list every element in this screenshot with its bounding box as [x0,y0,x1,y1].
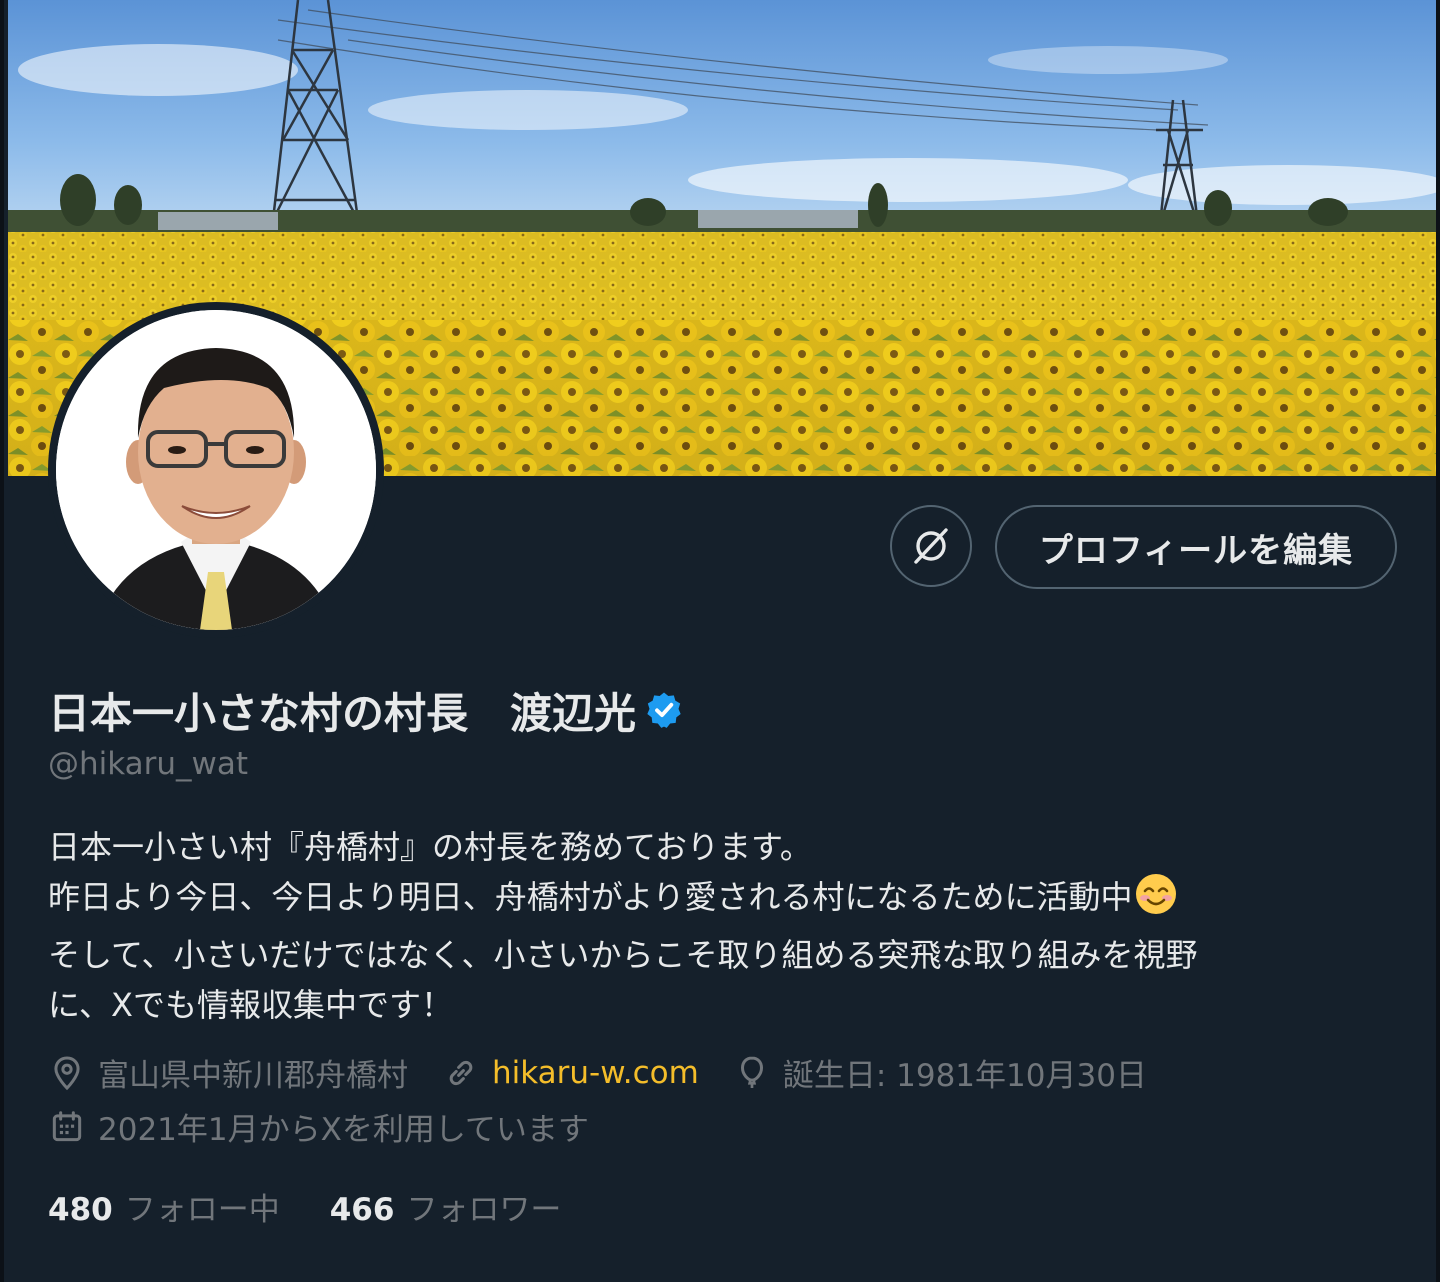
website-link[interactable]: hikaru-w.com [492,1055,699,1091]
profile-handle: @hikaru_wat [48,746,249,782]
grok-ask-icon [914,528,948,564]
grok-button[interactable] [890,505,972,587]
following-link[interactable]: 480 フォロー中 [48,1184,280,1229]
smiling-face-emoji-icon [1134,872,1178,930]
profile-page: プロフィールを編集 日本一小さな村の村長 渡辺光 @hikaru_wat 日本一… [0,0,1440,1282]
verified-badge-icon[interactable] [644,690,684,730]
joined-item: 2021年1月からXを利用しています [48,1104,589,1149]
following-count: 480 [48,1192,113,1228]
profile-meta-row-1: 富山県中新川郡舟橋村 hikaru-w.com 誕生日: 1981年10月30日 [48,1050,1181,1095]
birthday-item: 誕生日: 1981年10月30日 [733,1050,1147,1095]
link-icon [449,1060,473,1085]
bio-line: そして、小さいだけではなく、小さいからこそ取り組める突飛な取り組みを視野 [48,936,1198,974]
location-text: 富山県中新川郡舟橋村 [98,1058,408,1094]
balloon-icon [740,1055,763,1088]
bio-line-with-emoji: 昨日より今日、今日より明日、舟橋村がより愛される村になるために活動中 [48,872,1388,930]
followers-link[interactable]: 466 フォロワー [330,1184,562,1229]
bio-line: 昨日より今日、今日より明日、舟橋村がより愛される村になるために活動中 [48,878,1133,916]
profile-meta-row-2: 2021年1月からXを利用しています [48,1104,623,1149]
joined-text: 2021年1月からXを利用しています [98,1112,589,1148]
location-item: 富山県中新川郡舟橋村 [48,1050,408,1095]
profile-avatar[interactable] [48,302,384,638]
calendar-icon [52,1110,82,1141]
following-label: フォロー中 [124,1192,280,1228]
followers-count: 466 [329,1192,395,1228]
website-item: hikaru-w.com [442,1054,699,1092]
birthday-text: 誕生日: 1981年10月30日 [782,1058,1147,1094]
display-name-text: 日本一小さな村の村長 渡辺光 [48,688,637,738]
follow-stats: 480 フォロー中 466 フォロワー [48,1184,611,1229]
followers-label: フォロワー [406,1192,562,1228]
location-pin-icon [54,1055,80,1090]
avatar-photo [56,310,376,630]
display-name: 日本一小さな村の村長 渡辺光 [48,680,684,740]
edit-profile-button[interactable]: プロフィールを編集 [995,505,1397,589]
bio-line: 日本一小さい村『舟橋村』の村長を務めております。 [48,828,812,866]
profile-bio: 日本一小さい村『舟橋村』の村長を務めております。 昨日より今日、今日より明日、舟… [48,822,1388,1030]
bio-line: に、Xでも情報収集中です！ [48,986,453,1024]
